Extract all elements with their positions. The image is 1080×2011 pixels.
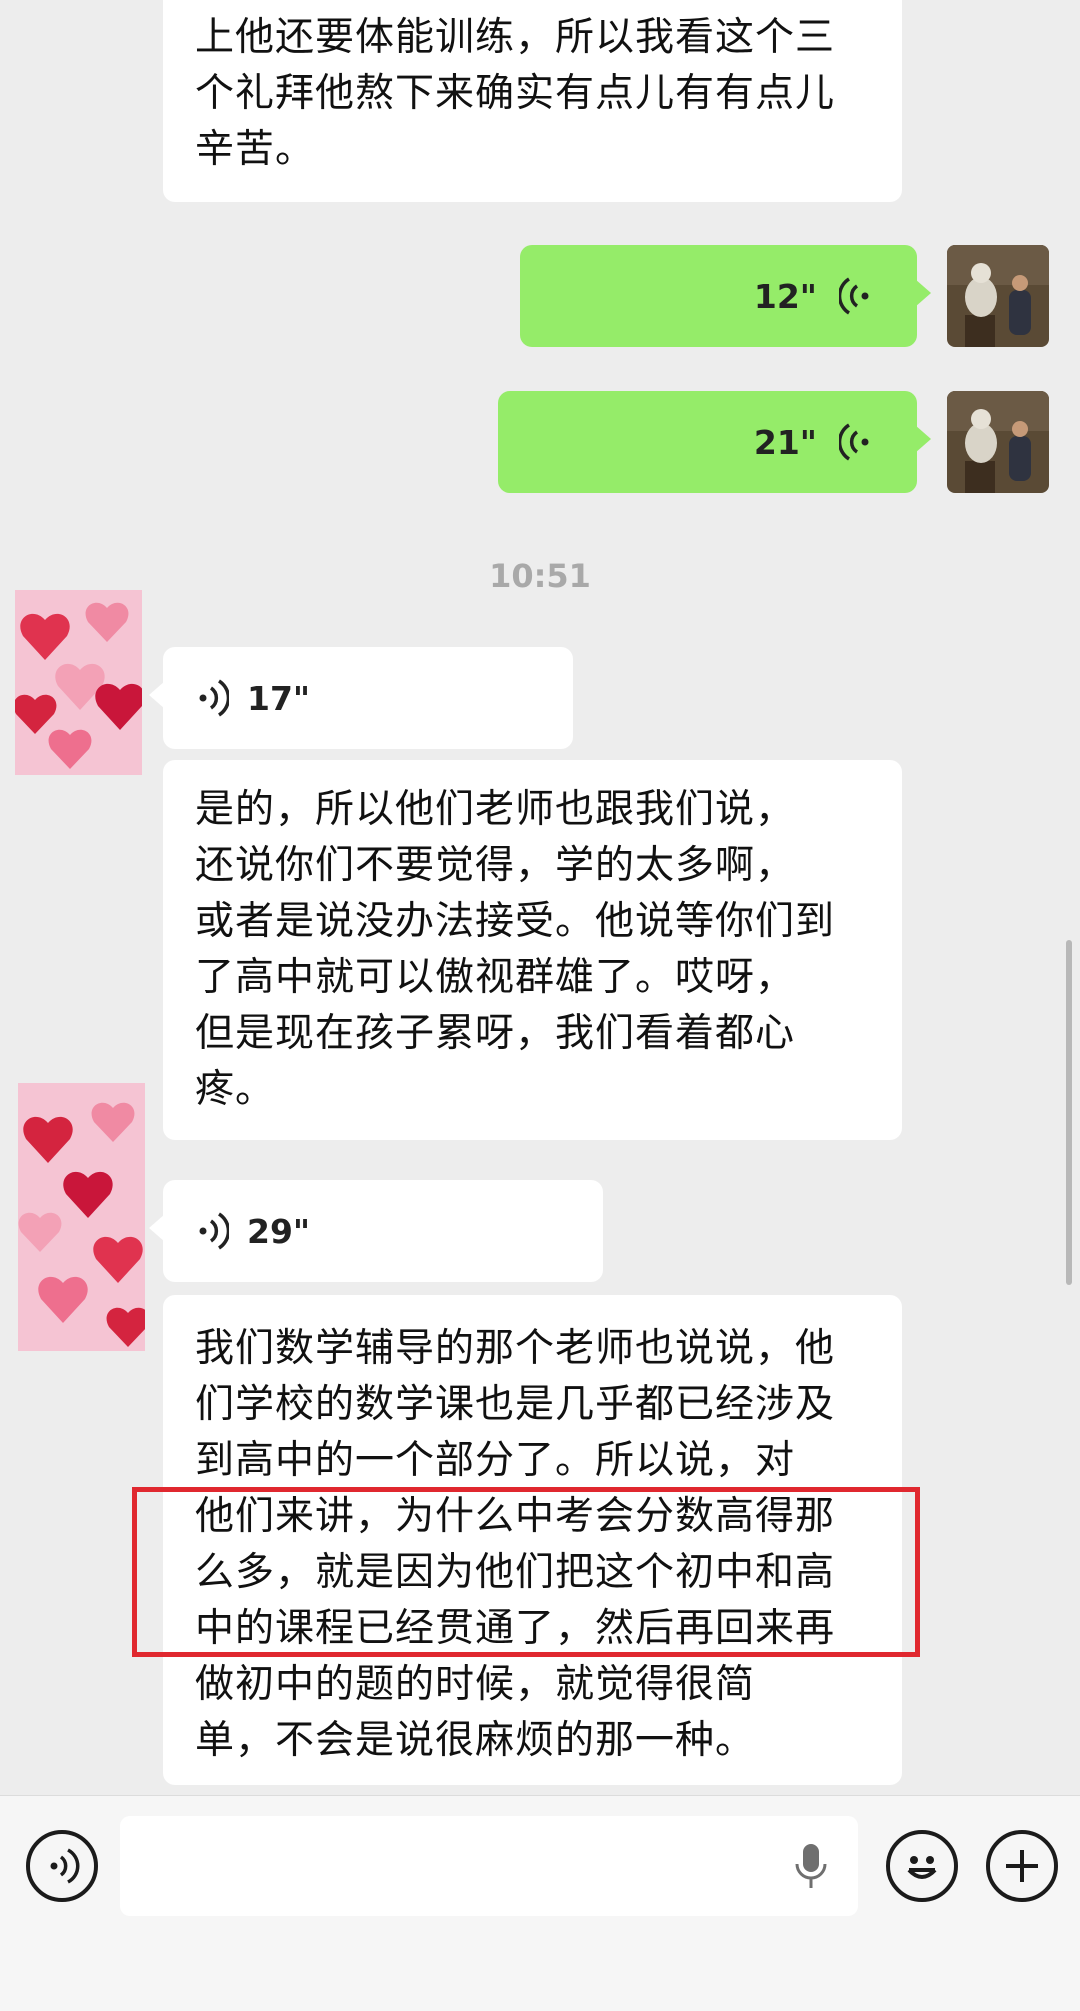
message-bubble-received[interactable]: 是的，所以他们老师也跟我们说， 还说你们不要觉得，学的太多啊， 或者是说没办法接…: [163, 760, 902, 1140]
message-text: 上他还要体能训练，所以我看这个三 个礼拜他熬下来确实有点儿有有点儿 辛苦。: [195, 15, 836, 172]
message-bubble-received[interactable]: 上他还要体能训练，所以我看这个三 个礼拜他熬下来确实有点儿有有点儿 辛苦。: [163, 0, 902, 202]
voice-message-received[interactable]: 17": [149, 647, 573, 749]
avatar-contact[interactable]: [15, 590, 142, 775]
input-bar: [0, 1795, 1080, 2011]
message-text: 是的，所以他们老师也跟我们说， 还说你们不要觉得，学的太多啊， 或者是说没办法接…: [195, 787, 836, 1112]
voice-duration: 29": [247, 1211, 311, 1251]
voice-wave-icon: [839, 423, 869, 461]
voice-duration: 21": [753, 422, 817, 462]
voice-wave-icon: [199, 1212, 229, 1250]
message-input[interactable]: [120, 1816, 858, 1916]
avatar-self[interactable]: [947, 245, 1049, 347]
voice-mode-icon[interactable]: [26, 1830, 98, 1902]
microphone-icon[interactable]: [794, 1842, 828, 1890]
highlight-box: [132, 1487, 920, 1657]
scrollbar[interactable]: [1066, 940, 1072, 1285]
avatar-self[interactable]: [947, 391, 1049, 493]
voice-wave-icon: [839, 277, 869, 315]
voice-message-sent[interactable]: 12": [520, 245, 931, 347]
voice-message-sent[interactable]: 21": [498, 391, 931, 493]
voice-message-received[interactable]: 29": [149, 1180, 603, 1282]
voice-wave-icon: [199, 679, 229, 717]
voice-duration: 12": [753, 276, 817, 316]
plus-icon[interactable]: [986, 1830, 1058, 1902]
voice-duration: 17": [247, 678, 311, 718]
avatar-contact[interactable]: [18, 1083, 145, 1351]
message-timestamp: 10:51: [489, 557, 591, 595]
smiley-icon[interactable]: [886, 1830, 958, 1902]
